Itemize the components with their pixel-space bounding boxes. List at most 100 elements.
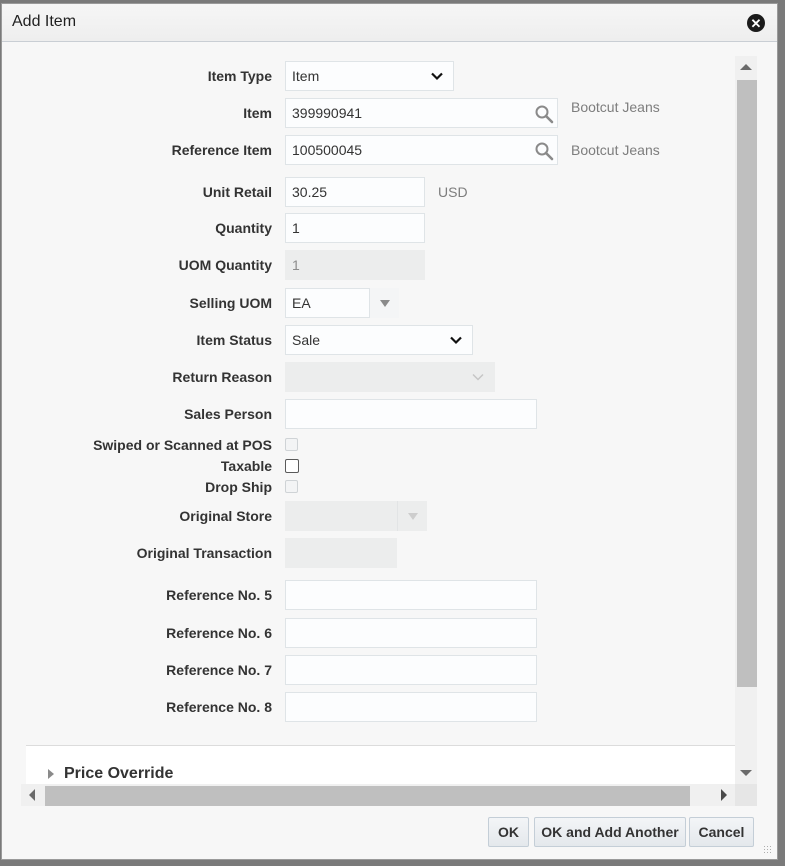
item-type-label: Item Type — [207, 68, 272, 84]
caret-down-icon — [379, 299, 390, 307]
reference-no-7-label: Reference No. 7 — [166, 662, 272, 678]
resize-grip-icon[interactable] — [763, 845, 773, 855]
item-status-label: Item Status — [196, 332, 272, 348]
unit-retail-row: Unit Retail 30.25 USD — [18, 177, 468, 207]
form-content: Item Type Item Item 399990941 Bootcut Je… — [18, 52, 735, 786]
reference-no-5-label: Reference No. 5 — [166, 587, 272, 603]
scroll-down-button[interactable] — [735, 762, 757, 784]
quantity-row: Quantity 1 — [18, 213, 425, 243]
item-value: 399990941 — [292, 105, 363, 121]
currency-label: USD — [438, 184, 468, 200]
swiped-scanned-checkbox — [285, 438, 298, 451]
expand-triangle-icon — [48, 769, 54, 779]
chevron-down-icon — [431, 72, 443, 81]
reference-no-7-input[interactable] — [285, 655, 537, 685]
reference-no-6-row: Reference No. 6 — [18, 618, 537, 648]
reference-no-6-label: Reference No. 6 — [166, 625, 272, 641]
drop-ship-checkbox — [285, 480, 298, 493]
reference-no-5-row: Reference No. 5 — [18, 580, 537, 610]
return-reason-label: Return Reason — [172, 369, 272, 385]
reference-no-5-input[interactable] — [285, 580, 537, 610]
arrow-right-icon — [721, 789, 727, 801]
arrow-left-icon — [29, 789, 35, 801]
price-override-toggle[interactable]: Price Override — [48, 765, 173, 783]
arrow-up-icon — [740, 64, 752, 70]
scroll-left-button[interactable] — [21, 784, 43, 806]
caret-down-icon — [407, 512, 418, 520]
item-label: Item — [243, 105, 272, 121]
horizontal-scrollbar[interactable] — [21, 784, 735, 806]
return-reason-row: Return Reason — [18, 362, 495, 392]
close-icon[interactable]: ✕ — [747, 14, 765, 32]
selling-uom-row: Selling UOM EA — [18, 288, 399, 318]
search-icon[interactable] — [534, 141, 554, 161]
chevron-down-icon — [450, 336, 462, 345]
reference-no-8-row: Reference No. 8 — [18, 692, 537, 722]
item-row: Item 399990941 Bootcut Jeans — [18, 98, 660, 128]
uom-quantity-value: 1 — [292, 257, 300, 273]
item-field[interactable]: 399990941 — [285, 98, 558, 128]
original-store-row: Original Store — [18, 501, 427, 531]
selling-uom-dropdown-button[interactable] — [369, 288, 399, 318]
dialog-titlebar[interactable]: Add Item ✕ — [2, 4, 777, 42]
reference-item-value: 100500045 — [292, 142, 363, 158]
unit-retail-value: 30.25 — [292, 184, 328, 200]
cancel-button[interactable]: Cancel — [689, 817, 754, 847]
item-type-select[interactable]: Item — [285, 61, 454, 91]
reference-no-7-row: Reference No. 7 — [18, 655, 537, 685]
swiped-scanned-row: Swiped or Scanned at POS — [18, 434, 298, 455]
unit-retail-label: Unit Retail — [202, 184, 272, 200]
item-type-row: Item Type Item — [18, 61, 454, 91]
scrollbar-corner — [735, 784, 757, 806]
scroll-up-button[interactable] — [735, 56, 757, 78]
taxable-row: Taxable — [18, 455, 299, 476]
arrow-down-icon — [740, 770, 752, 776]
vertical-scrollbar[interactable] — [735, 56, 757, 784]
sales-person-label: Sales Person — [184, 406, 272, 422]
quantity-label: Quantity — [215, 220, 272, 236]
vertical-scroll-thumb[interactable] — [737, 80, 757, 687]
quantity-input[interactable]: 1 — [285, 213, 425, 243]
reference-item-description: Bootcut Jeans — [571, 142, 660, 158]
item-status-select[interactable]: Sale — [285, 325, 473, 355]
item-type-value: Item — [292, 68, 320, 84]
dialog-title: Add Item — [12, 13, 77, 30]
original-store-dropdown-button — [397, 501, 427, 531]
reference-item-row: Reference Item 100500045 Bootcut Jeans — [18, 135, 660, 165]
search-icon[interactable] — [534, 104, 554, 124]
original-transaction-label: Original Transaction — [136, 545, 272, 561]
original-store-label: Original Store — [179, 508, 272, 524]
reference-item-field[interactable]: 100500045 — [285, 135, 558, 165]
item-status-row: Item Status Sale — [18, 325, 473, 355]
reference-no-8-input[interactable] — [285, 692, 537, 722]
return-reason-select — [285, 362, 495, 392]
quantity-value: 1 — [292, 220, 300, 236]
uom-quantity-label: UOM Quantity — [178, 257, 272, 273]
ok-and-add-another-button[interactable]: OK and Add Another — [534, 817, 686, 847]
unit-retail-input[interactable]: 30.25 — [285, 177, 425, 207]
swiped-scanned-label: Swiped or Scanned at POS — [93, 436, 272, 453]
item-status-value: Sale — [292, 332, 321, 348]
price-override-label: Price Override — [64, 765, 174, 782]
sales-person-row: Sales Person — [18, 399, 537, 429]
taxable-label: Taxable — [220, 457, 272, 474]
chevron-down-icon — [472, 373, 484, 381]
scroll-right-button[interactable] — [713, 784, 735, 806]
ok-button[interactable]: OK — [488, 817, 529, 847]
reference-no-6-input[interactable] — [285, 618, 537, 648]
selling-uom-value: EA — [292, 295, 311, 311]
uom-quantity-input: 1 — [285, 250, 425, 280]
horizontal-scroll-thumb[interactable] — [45, 786, 690, 806]
selling-uom-label: Selling UOM — [189, 295, 272, 311]
add-item-dialog: Add Item ✕ Item Type Item Item 399990941… — [1, 3, 778, 860]
uom-quantity-row: UOM Quantity 1 — [18, 250, 425, 280]
original-store-combobox — [285, 501, 427, 531]
selling-uom-combobox[interactable]: EA — [285, 288, 399, 318]
taxable-checkbox[interactable] — [285, 458, 299, 473]
original-transaction-row: Original Transaction — [18, 538, 397, 568]
sales-person-input[interactable] — [285, 399, 537, 429]
reference-no-8-label: Reference No. 8 — [166, 699, 272, 715]
price-override-section: Price Override — [26, 745, 735, 786]
item-description: Bootcut Jeans — [571, 99, 660, 115]
original-transaction-input — [285, 538, 397, 568]
